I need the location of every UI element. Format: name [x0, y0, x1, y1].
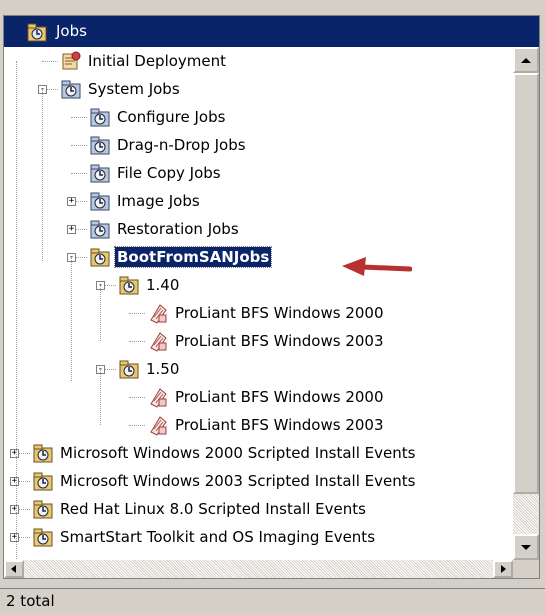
tree-item-label: Restoration Jobs — [117, 220, 239, 238]
folder-yellow-icon — [118, 358, 140, 380]
tree-item[interactable]: Initial Deployment — [4, 47, 513, 75]
expand-toggle[interactable]: + — [10, 449, 19, 458]
tree-item[interactable]: - BootFromSANJobs — [4, 243, 513, 271]
job-icon — [147, 330, 169, 352]
tree-connector — [129, 425, 145, 426]
tree-item[interactable]: + Red Hat Linux 8.0 Scripted Install Even… — [4, 495, 513, 523]
tree-item-label: System Jobs — [88, 80, 180, 98]
folder-icon — [60, 78, 82, 100]
jobs-panel: Jobs Initial Deployment - System Jobs Confi… — [3, 15, 540, 579]
tree-item[interactable]: ProLiant BFS Windows 2003 — [4, 327, 513, 355]
scrollbar-thumb[interactable] — [513, 73, 539, 494]
folder-icon — [89, 162, 111, 184]
expand-toggle[interactable]: + — [10, 533, 19, 542]
tree-guide-line — [42, 89, 43, 261]
horizontal-scrollbar[interactable] — [4, 560, 513, 578]
tree-item-label: Microsoft Windows 2003 Scripted Install … — [60, 472, 416, 490]
tree-connector — [71, 173, 87, 174]
scroll-down-button[interactable] — [513, 534, 539, 560]
tree-item-label: Configure Jobs — [117, 108, 226, 126]
tree-item-label: ProLiant BFS Windows 2000 — [175, 388, 384, 406]
panel-title: Jobs — [56, 22, 87, 40]
tree-item-label: ProLiant BFS Windows 2000 — [175, 304, 384, 322]
tree-guide-line — [16, 61, 17, 560]
jobs-folder-icon — [26, 21, 48, 47]
tree-connector — [129, 313, 145, 314]
scroll-right-button[interactable] — [493, 560, 513, 578]
tree-item[interactable]: + Image Jobs — [4, 187, 513, 215]
expand-toggle[interactable]: + — [10, 477, 19, 486]
tree-connector — [71, 145, 87, 146]
folder-yellow-icon — [32, 442, 54, 464]
status-bar: 2 total — [0, 588, 545, 615]
tree-connector — [71, 117, 87, 118]
folder-yellow-icon — [118, 274, 140, 296]
tree-item[interactable]: + Restoration Jobs — [4, 215, 513, 243]
job-icon — [147, 302, 169, 324]
tree-item-label: Image Jobs — [117, 192, 200, 210]
tree-item[interactable]: - System Jobs — [4, 75, 513, 103]
tree-item-label: File Copy Jobs — [117, 164, 221, 182]
folder-yellow-icon — [32, 498, 54, 520]
tree-item[interactable]: + SmartStart Toolkit and OS Imaging Event… — [4, 523, 513, 551]
tree-item-label: ProLiant BFS Windows 2003 — [175, 416, 384, 434]
tree-item-label: SmartStart Toolkit and OS Imaging Events — [60, 528, 376, 546]
tree-connector — [129, 341, 145, 342]
scroll-left-button[interactable] — [4, 560, 24, 578]
job-icon — [147, 386, 169, 408]
tree-item[interactable]: + Microsoft Windows 2003 Scripted Install… — [4, 467, 513, 495]
folder-yellow-icon — [32, 470, 54, 492]
tree-item-label: ProLiant BFS Windows 2003 — [175, 332, 384, 350]
folder-icon — [89, 190, 111, 212]
expand-toggle[interactable]: + — [67, 225, 76, 234]
tree-item-label: Red Hat Linux 8.0 Scripted Install Event… — [60, 500, 366, 518]
tree-item-label: BootFromSANJobs — [113, 246, 273, 268]
tree-item[interactable]: File Copy Jobs — [4, 159, 513, 187]
tree-item-label: 1.40 — [146, 276, 180, 294]
tree-item[interactable]: Configure Jobs — [4, 103, 513, 131]
tree-item[interactable]: Drag-n-Drop Jobs — [4, 131, 513, 159]
tree-guide-line — [71, 257, 72, 381]
tree-guide-line — [100, 285, 101, 341]
scrollbar-corner — [513, 560, 539, 578]
job-icon — [147, 414, 169, 436]
tree-connector — [129, 397, 145, 398]
deployment-icon — [60, 50, 82, 72]
vertical-scrollbar[interactable] — [513, 47, 539, 560]
folder-icon — [89, 134, 111, 156]
tree-connector — [42, 61, 58, 62]
folder-yellow-icon — [32, 526, 54, 548]
tree-item[interactable]: + Microsoft Windows 2000 Scripted Install… — [4, 439, 513, 467]
tree-item-label: Microsoft Windows 2000 Scripted Install … — [60, 444, 416, 462]
status-text: 2 total — [6, 592, 55, 610]
tree-item-label: Drag-n-Drop Jobs — [117, 136, 246, 154]
tree-item[interactable]: ProLiant BFS Windows 2003 — [4, 411, 513, 439]
folder-icon — [89, 106, 111, 128]
tree-item[interactable]: ProLiant BFS Windows 2000 — [4, 383, 513, 411]
scroll-up-button[interactable] — [513, 47, 539, 73]
panel-header[interactable]: Jobs — [4, 16, 539, 47]
expand-toggle[interactable]: + — [67, 197, 76, 206]
tree-guide-line — [100, 369, 101, 425]
tree-item[interactable]: ProLiant BFS Windows 2000 — [4, 299, 513, 327]
expand-toggle[interactable]: + — [10, 505, 19, 514]
tree-item[interactable]: -1.40 — [4, 271, 513, 299]
folder-yellow-icon — [89, 246, 111, 268]
tree-item-label: Initial Deployment — [88, 52, 227, 70]
folder-icon — [89, 218, 111, 240]
tree-item[interactable]: -1.50 — [4, 355, 513, 383]
red-arrow-annotation — [342, 257, 412, 276]
jobs-tree[interactable]: Initial Deployment - System Jobs Configure … — [4, 47, 513, 560]
tree-item-label: 1.50 — [146, 360, 180, 378]
